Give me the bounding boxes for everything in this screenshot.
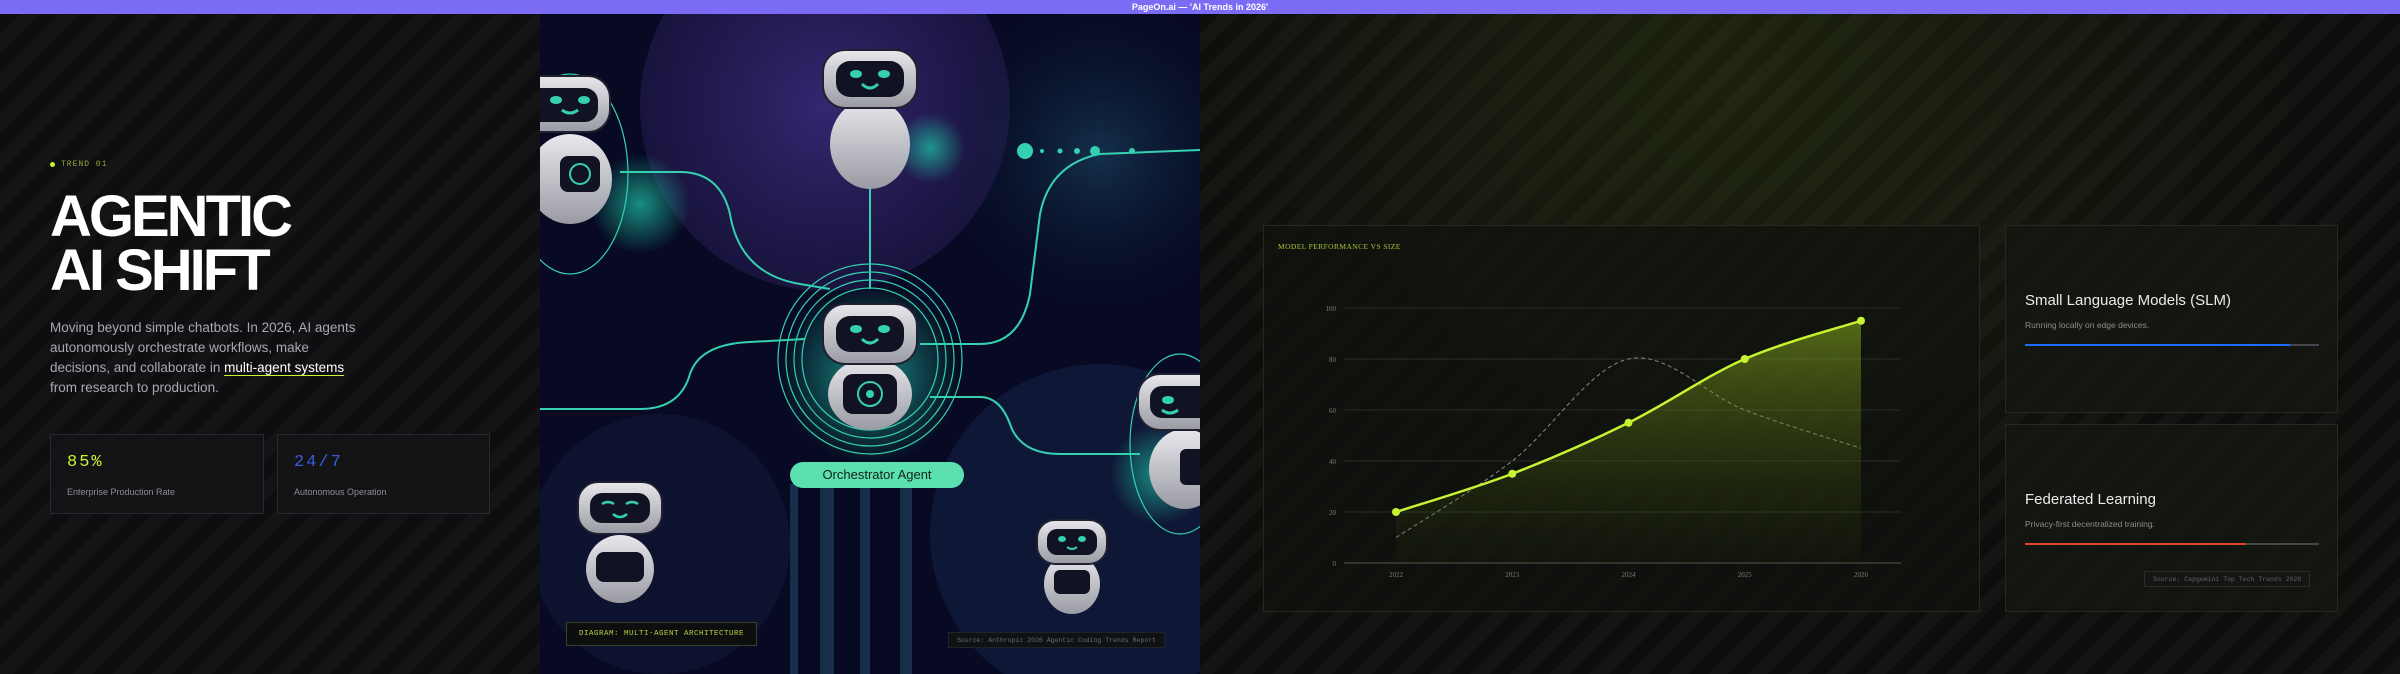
- data-panel: MODEL PERFORMANCE VS SIZE 0 20 40 60 80 100 20…: [1200, 14, 2400, 674]
- stat-card-production: 85% Enterprise Production Rate: [50, 434, 264, 514]
- body-paragraph: Moving beyond simple chatbots. In 2026, …: [50, 318, 370, 398]
- body-highlight-link[interactable]: multi-agent systems: [224, 360, 344, 375]
- trend-eyebrow: TREND 01: [50, 160, 107, 169]
- y-tick-label: 40: [1329, 458, 1337, 466]
- progress-bar: [2025, 543, 2319, 545]
- progress-bar: [2025, 344, 2319, 346]
- progress-fill: [2025, 344, 2290, 346]
- trend-dot-icon: [50, 162, 55, 167]
- x-tick-label: 2026: [1854, 571, 1869, 579]
- stat-value: 24/7: [294, 453, 343, 472]
- window-title: PageOn.ai — 'AI Trends in 2026': [0, 0, 2400, 14]
- stat-value: 85%: [67, 453, 104, 472]
- card-title: Federated Learning: [2025, 491, 2156, 508]
- x-tick-label: 2023: [1505, 571, 1520, 579]
- headline-line-1: AGENTIC: [50, 184, 293, 249]
- stat-label: Autonomous Operation: [294, 487, 387, 497]
- x-tick-label: 2025: [1738, 571, 1753, 579]
- y-tick-label: 100: [1326, 305, 1337, 313]
- slm-card: Small Language Models (SLM) Running loca…: [2005, 225, 2338, 413]
- x-tick-label: 2022: [1389, 571, 1404, 579]
- data-point: [1857, 316, 1865, 325]
- trend-eyebrow-label: TREND 01: [61, 160, 108, 169]
- headline: AGENTIC AI SHIFT: [50, 184, 293, 303]
- y-tick-label: 20: [1329, 509, 1337, 517]
- card-source: Source: Capgemini Top Tech Trends 2026: [2144, 571, 2311, 587]
- text-panel: TREND 01 AGENTIC AI SHIFT Moving beyond …: [0, 14, 540, 674]
- y-tick-label: 60: [1329, 407, 1337, 415]
- headline-line-2: AI SHIFT: [50, 238, 271, 303]
- body-text-end: from research to production.: [50, 380, 219, 395]
- data-point: [1508, 469, 1517, 478]
- progress-fill: [2025, 543, 2246, 545]
- card-description: Running locally on edge devices.: [2025, 320, 2150, 330]
- stat-card-autonomous: 24/7 Autonomous Operation: [277, 434, 490, 514]
- y-tick-label: 80: [1329, 356, 1337, 364]
- performance-chart-card: MODEL PERFORMANCE VS SIZE 0 20 40 60 80 100 20…: [1263, 225, 1980, 612]
- robot-agent-top: [822, 49, 918, 189]
- performance-chart: 0 20 40 60 80 100 2022 2023 2024 2025 2026: [1326, 305, 1901, 579]
- illustration-panel: Orchestrator Agent DIAGRAM: MULTI-AGENT …: [540, 14, 1200, 674]
- multi-agent-illustration: [540, 14, 1200, 674]
- slide: TREND 01 AGENTIC AI SHIFT Moving beyond …: [0, 14, 2400, 674]
- illustration-source: Source: Anthropic 2026 Agentic Coding Tr…: [948, 632, 1165, 648]
- data-point: [1392, 508, 1400, 516]
- x-tick-label: 2024: [1622, 571, 1637, 579]
- series-area: [1396, 320, 1861, 563]
- card-title: Small Language Models (SLM): [2025, 292, 2231, 309]
- data-point: [1740, 355, 1749, 363]
- diagram-tag: DIAGRAM: MULTI-AGENT ARCHITECTURE: [566, 622, 758, 646]
- stat-label: Enterprise Production Rate: [67, 487, 176, 497]
- data-point: [1624, 418, 1633, 427]
- y-tick-label: 0: [1333, 560, 1337, 568]
- orchestrator-agent-badge: Orchestrator Agent: [790, 462, 964, 488]
- federated-card: Federated Learning Privacy-first decentr…: [2005, 424, 2338, 612]
- card-description: Privacy-first decentralized training.: [2025, 519, 2155, 529]
